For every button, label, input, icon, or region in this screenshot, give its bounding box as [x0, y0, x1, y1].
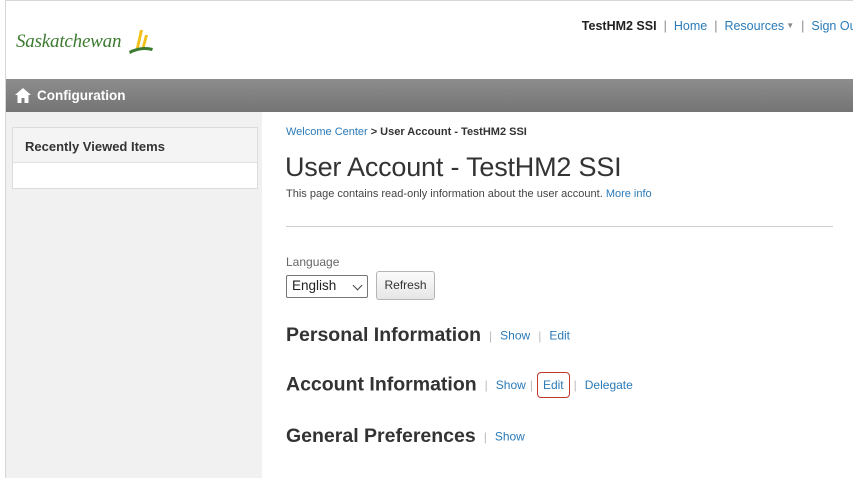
resources-label: Resources — [724, 19, 785, 33]
logo-mark-icon — [129, 30, 153, 54]
refresh-button[interactable]: Refresh — [376, 271, 435, 300]
home-icon[interactable] — [15, 88, 31, 103]
app-frame: Saskatchewan TestHM2 SSI | Home | Resources ▼… — [5, 0, 853, 478]
section-separator: | — [489, 328, 493, 343]
personal-information-heading: Personal Information — [286, 324, 482, 346]
section-separator: | — [573, 378, 577, 392]
nav-separator: | — [714, 19, 718, 33]
main-content: Welcome Center > User Account - TestHM2 SS… — [262, 112, 853, 478]
caret-down-icon: ▼ — [786, 21, 795, 30]
nav-separator: | — [663, 19, 667, 33]
saskatchewan-logo: Saskatchewan — [16, 31, 122, 52]
section-separator: | — [484, 378, 488, 392]
section-separator: | — [529, 378, 533, 392]
page-description: This page contains read-only information… — [286, 188, 652, 200]
sidebar: Recently Viewed Items — [6, 112, 262, 478]
resources-menu[interactable]: Resources ▼ — [724, 19, 794, 33]
recently-viewed-panel: Recently Viewed Items — [12, 127, 258, 189]
account-edit-highlight: Edit — [536, 372, 570, 398]
account-information-section: Account Information | Show | Edit | Delegate — [286, 372, 633, 398]
description-text: This page contains read-only information… — [286, 188, 603, 200]
nav-separator: | — [801, 19, 805, 33]
language-select[interactable]: English — [286, 275, 368, 298]
recently-viewed-title: Recently Viewed Items — [13, 128, 257, 163]
sign-out-link[interactable]: Sign Out — [811, 19, 853, 33]
personal-information-section: Personal Information | Show | Edit — [286, 324, 570, 347]
top-nav: TestHM2 SSI | Home | Resources▼ | Sign Out — [582, 19, 853, 33]
account-information-heading: Account Information — [286, 373, 477, 396]
current-user-name: TestHM2 SSI — [581, 19, 657, 33]
section-separator: | — [538, 328, 542, 343]
home-link[interactable]: Home — [674, 19, 707, 33]
account-delegate-link[interactable]: Delegate — [585, 378, 633, 392]
language-selected-value: English — [292, 278, 337, 293]
account-show-link[interactable]: Show — [496, 378, 526, 392]
general-show-link[interactable]: Show — [495, 430, 525, 444]
personal-show-link[interactable]: Show — [500, 329, 530, 343]
general-preferences-section: General Preferences | Show — [286, 425, 525, 448]
general-preferences-heading: General Preferences — [286, 425, 476, 447]
page-title: User Account - TestHM2 SSI — [285, 152, 622, 182]
breadcrumb-welcome-center[interactable]: Welcome Center — [286, 126, 368, 138]
breadcrumb-separator: > — [370, 126, 378, 138]
header: Saskatchewan TestHM2 SSI | Home | Resources ▼… — [6, 1, 853, 79]
breadcrumb-current: User Account - TestHM2 SSI — [380, 126, 527, 138]
chevron-down-icon — [352, 280, 363, 291]
section-separator: | — [483, 429, 487, 444]
account-edit-link[interactable]: Edit — [543, 378, 564, 392]
personal-edit-link[interactable]: Edit — [549, 329, 570, 343]
configuration-bar: Configuration — [6, 79, 853, 112]
breadcrumb: Welcome Center > User Account - TestHM2 SS… — [286, 126, 527, 138]
divider — [286, 226, 833, 227]
language-label: Language — [286, 255, 340, 269]
more-info-link[interactable]: More info — [606, 188, 652, 200]
configuration-label[interactable]: Configuration — [37, 88, 125, 103]
